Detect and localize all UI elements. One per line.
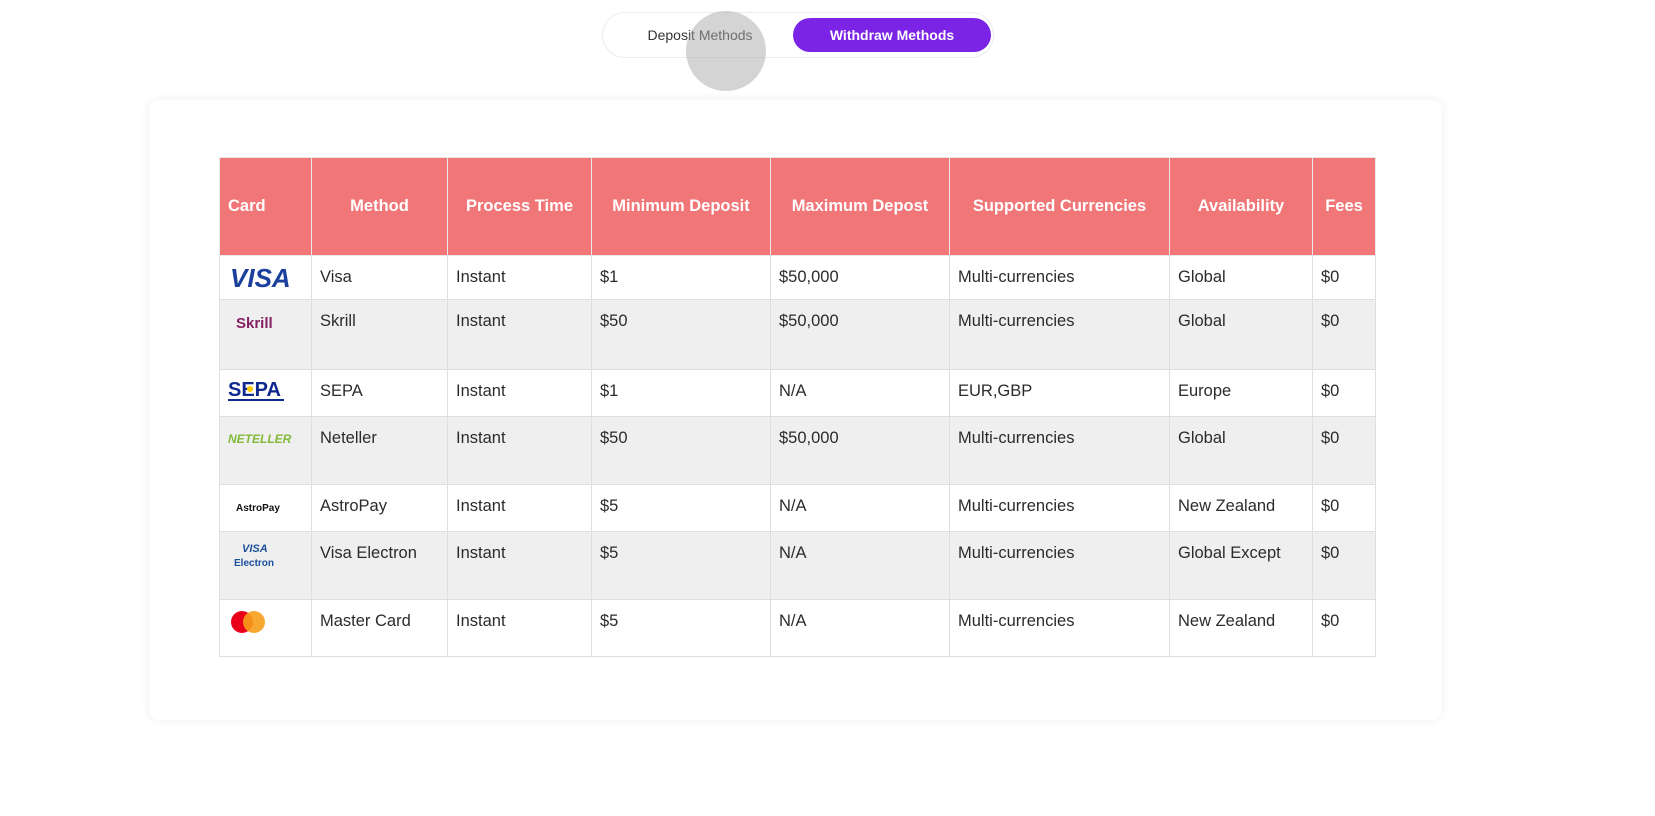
cell-process-time: Instant xyxy=(447,484,592,532)
cell-process-time: Instant xyxy=(447,369,592,417)
visa-electron-logo: VISA Electron xyxy=(228,543,302,574)
sepa-logo-text: SEPA xyxy=(228,379,281,401)
cell-process-time: Instant xyxy=(447,255,592,300)
astropay-logo: AstroPay xyxy=(228,503,302,527)
mastercard-logo xyxy=(228,611,302,642)
sepa-logo: SEPA xyxy=(228,379,302,412)
cell-max-deposit: $50,000 xyxy=(770,255,950,300)
cell-card-logo: NETELLER xyxy=(219,416,312,485)
cell-method: SEPA xyxy=(311,369,448,417)
cell-currencies: Multi-currencies xyxy=(949,599,1170,657)
header-process-time: Process Time xyxy=(447,157,592,256)
cell-min-deposit: $5 xyxy=(591,531,771,600)
cell-card-logo: VISA Electron xyxy=(219,531,312,600)
table-row: Skrill Skrill Instant $50 $50,000 Multi-curre… xyxy=(219,299,1376,370)
payment-methods-table: Card Method Process Time Minimum Deposit… xyxy=(219,157,1376,657)
cell-max-deposit: $50,000 xyxy=(770,416,950,485)
header-minimum-deposit: Minimum Deposit xyxy=(591,157,771,256)
cell-process-time: Instant xyxy=(447,599,592,657)
visa-logo: VISA xyxy=(228,263,302,298)
cell-availability: Global xyxy=(1169,416,1313,485)
cell-card-logo xyxy=(219,599,312,657)
cell-max-deposit: N/A xyxy=(770,531,950,600)
table-row: Master Card Instant $5 N/A Multi-currencies N… xyxy=(219,599,1376,657)
cell-min-deposit: $1 xyxy=(591,255,771,300)
table-row: NETELLER Neteller Instant $50 $50,000 Multi-c… xyxy=(219,416,1376,485)
cell-fees: $0 xyxy=(1312,369,1376,417)
skrill-logo: Skrill xyxy=(228,315,302,342)
cell-fees: $0 xyxy=(1312,255,1376,300)
cell-availability: Europe xyxy=(1169,369,1313,417)
cell-method: Visa xyxy=(311,255,448,300)
cell-card-logo: Skrill xyxy=(219,299,312,370)
cell-fees: $0 xyxy=(1312,484,1376,532)
neteller-logo-text: NETELLER xyxy=(228,432,292,446)
cell-currencies: Multi-currencies xyxy=(949,416,1170,485)
cell-currencies: Multi-currencies xyxy=(949,484,1170,532)
header-supported-currencies: Supported Currencies xyxy=(949,157,1170,256)
header-maximum-deposit: Maximum Depost xyxy=(770,157,950,256)
cell-fees: $0 xyxy=(1312,531,1376,600)
cell-fees: $0 xyxy=(1312,599,1376,657)
method-tabs: Deposit Methods Withdraw Methods xyxy=(602,12,994,58)
cell-method: Skrill xyxy=(311,299,448,370)
cell-min-deposit: $50 xyxy=(591,299,771,370)
svg-text:VISA: VISA xyxy=(242,543,268,555)
cell-currencies: EUR,GBP xyxy=(949,369,1170,417)
cell-process-time: Instant xyxy=(447,299,592,370)
tab-withdraw-methods[interactable]: Withdraw Methods xyxy=(793,18,991,52)
astropay-logo-text: AstroPay xyxy=(236,503,280,514)
cell-fees: $0 xyxy=(1312,416,1376,485)
cell-process-time: Instant xyxy=(447,531,592,600)
cell-availability: Global xyxy=(1169,299,1313,370)
cell-availability: New Zealand xyxy=(1169,484,1313,532)
cell-process-time: Instant xyxy=(447,416,592,485)
cell-max-deposit: $50,000 xyxy=(770,299,950,370)
cell-availability: Global Except xyxy=(1169,531,1313,600)
cell-method: Visa Electron xyxy=(311,531,448,600)
cell-availability: Global xyxy=(1169,255,1313,300)
table-row: VISA Visa Instant $1 $50,000 Multi-currencies… xyxy=(219,255,1376,300)
cell-method: Master Card xyxy=(311,599,448,657)
cell-card-logo: VISA xyxy=(219,255,312,300)
cell-min-deposit: $1 xyxy=(591,369,771,417)
neteller-logo: NETELLER xyxy=(228,432,302,459)
svg-text:Electron: Electron xyxy=(234,558,274,569)
tab-deposit-methods[interactable]: Deposit Methods xyxy=(625,18,775,52)
cell-card-logo: AstroPay xyxy=(219,484,312,532)
cell-max-deposit: N/A xyxy=(770,484,950,532)
table-row: AstroPay AstroPay Instant $5 N/A Multi-curren… xyxy=(219,484,1376,532)
table-row: VISA Electron Visa Electron Instant $5 N/A Mul… xyxy=(219,531,1376,600)
header-method: Method xyxy=(311,157,448,256)
cell-card-logo: SEPA xyxy=(219,369,312,417)
visa-logo-text: VISA xyxy=(230,263,291,293)
header-card: Card xyxy=(219,157,312,256)
skrill-logo-text: Skrill xyxy=(236,315,273,332)
cell-max-deposit: N/A xyxy=(770,369,950,417)
cell-fees: $0 xyxy=(1312,299,1376,370)
cell-availability: New Zealand xyxy=(1169,599,1313,657)
table-row: SEPA SEPA Instant $1 N/A EUR,GBP Europe $0 xyxy=(219,369,1376,417)
cell-min-deposit: $5 xyxy=(591,484,771,532)
cell-currencies: Multi-currencies xyxy=(949,531,1170,600)
header-availability: Availability xyxy=(1169,157,1313,256)
cell-min-deposit: $5 xyxy=(591,599,771,657)
cell-currencies: Multi-currencies xyxy=(949,299,1170,370)
cell-method: AstroPay xyxy=(311,484,448,532)
cell-min-deposit: $50 xyxy=(591,416,771,485)
cell-method: Neteller xyxy=(311,416,448,485)
cell-currencies: Multi-currencies xyxy=(949,255,1170,300)
table-header-row: Card Method Process Time Minimum Deposit… xyxy=(219,157,1376,256)
cell-max-deposit: N/A xyxy=(770,599,950,657)
header-fees: Fees xyxy=(1312,157,1376,256)
